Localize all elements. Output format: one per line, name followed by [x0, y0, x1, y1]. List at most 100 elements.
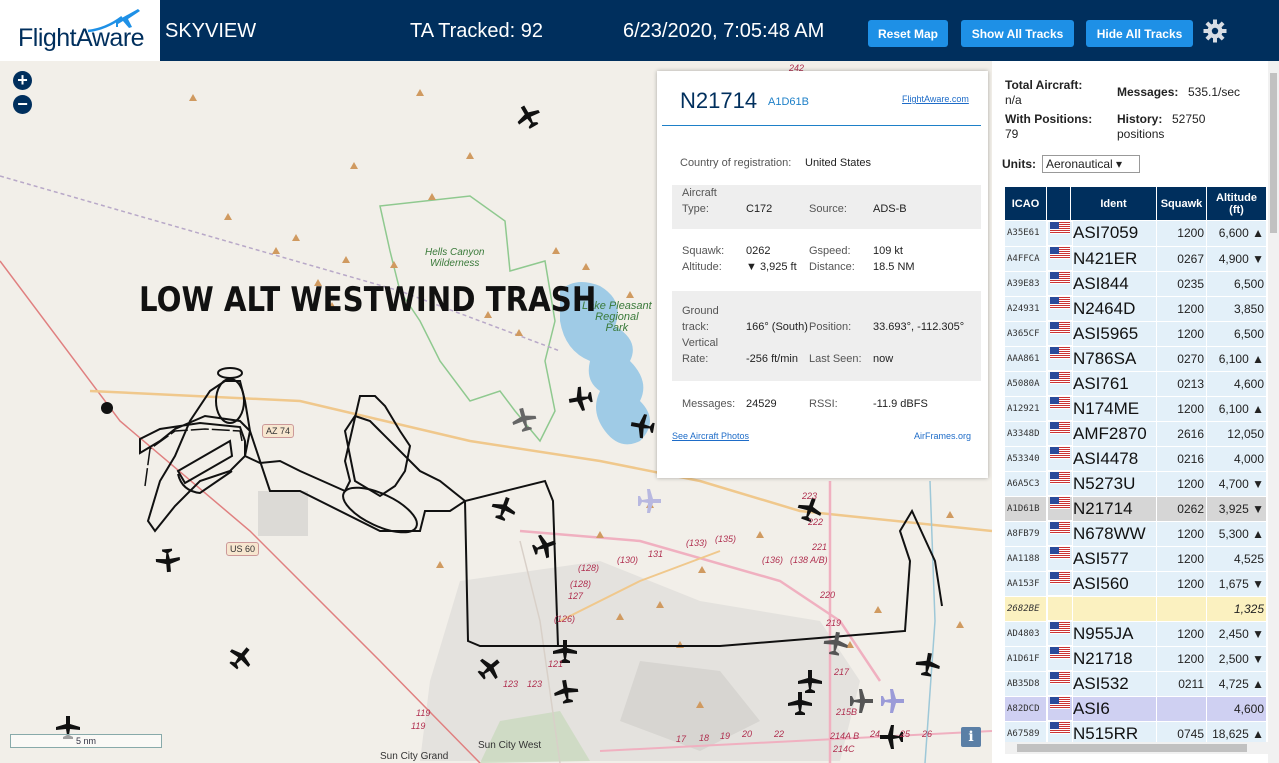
cell-altitude: 4,600: [1206, 370, 1267, 397]
table-row[interactable]: A365CF ASI5965 1200 6,500: [1004, 320, 1267, 347]
road-label: 223: [802, 491, 818, 501]
cell-squawk: [1156, 695, 1207, 722]
cell-icao: AA153F: [1004, 570, 1047, 597]
zoom-in-button[interactable]: +: [13, 71, 32, 90]
cell-ident: [1070, 595, 1157, 622]
hide-all-tracks-button[interactable]: Hide All Tracks: [1086, 20, 1193, 47]
road-label: 219: [826, 618, 842, 628]
table-header-row: ICAO Ident Squawk Altitude (ft): [1004, 186, 1267, 221]
table-row[interactable]: A82DCD ASI6 4,600: [1004, 695, 1267, 722]
table-row[interactable]: A6A5C3 N5273U 1200 4,700 ▼: [1004, 470, 1267, 497]
cell-ident: ASI761: [1070, 370, 1157, 397]
units-select[interactable]: Aeronautical ▾: [1042, 155, 1140, 173]
cell-altitude: 12,050: [1206, 420, 1267, 447]
detail-ident: N21714: [680, 88, 758, 113]
table-row[interactable]: A39E83 ASI844 0235 6,500: [1004, 270, 1267, 297]
column-header-flag[interactable]: [1046, 186, 1071, 221]
detail-divider: [662, 125, 981, 126]
altitude-value: ▼ 3,925 ft: [746, 261, 797, 273]
table-row[interactable]: A1D61F N21718 1200 2,500 ▼: [1004, 645, 1267, 672]
table-row[interactable]: 2682BE 1,325: [1004, 595, 1267, 622]
table-row[interactable]: AA1188 ASI577 1200 4,525: [1004, 545, 1267, 572]
table-row[interactable]: AD4803 N955JA 1200 2,450 ▼: [1004, 620, 1267, 647]
column-header-squawk[interactable]: Squawk: [1156, 186, 1207, 221]
horizontal-scrollbar[interactable]: [1005, 742, 1268, 754]
table-row[interactable]: AA153F ASI560 1200 1,675 ▼: [1004, 570, 1267, 597]
last-seen-label: Last Seen:: [809, 353, 862, 365]
with-positions-label: With Positions:: [1005, 112, 1093, 126]
table-row[interactable]: AAA861 N786SA 0270 6,100 ▲: [1004, 345, 1267, 372]
cell-flag: [1047, 596, 1073, 621]
column-header-ident[interactable]: Ident: [1070, 186, 1157, 221]
table-row[interactable]: A53340 ASI4478 0216 4,000: [1004, 445, 1267, 472]
us-flag-icon: [1050, 247, 1070, 259]
flightaware-logo[interactable]: FlightAware: [0, 0, 160, 61]
airplane-logo-icon: [87, 9, 140, 33]
airframes-link[interactable]: AirFrames.org: [914, 431, 971, 441]
table-row[interactable]: A1D61B N21714 0262 3,925 ▼: [1004, 495, 1267, 522]
zoom-out-button[interactable]: −: [13, 95, 32, 114]
squawk-label: Squawk:: [682, 245, 725, 257]
scrollbar-thumb[interactable]: [1270, 73, 1277, 233]
aircraft-list-panel: Total Aircraft: n/a Messages: 535.1/sec …: [992, 61, 1279, 763]
aircraft-photos-link[interactable]: See Aircraft Photos: [672, 431, 749, 441]
cell-altitude: 4,600: [1206, 695, 1267, 722]
table-row[interactable]: AB35D8 ASI532 0211 4,725 ▲: [1004, 670, 1267, 697]
road-label: 119: [416, 708, 431, 718]
squawk-value: 0262: [746, 245, 771, 257]
cell-icao: A39E83: [1004, 270, 1047, 297]
table-row[interactable]: A3348D AMF2870 2616 12,050: [1004, 420, 1267, 447]
table-row[interactable]: A35E61 ASI7059 1200 6,600 ▲: [1004, 220, 1267, 247]
cell-flag: [1047, 696, 1073, 721]
map-label-us60: US 60: [226, 542, 260, 556]
table-row[interactable]: A12921 N174ME 1200 6,100 ▲: [1004, 395, 1267, 422]
vertical-rate-label-2: Rate:: [682, 353, 709, 365]
table-row[interactable]: A4FFCA N421ER 0267 4,900 ▼: [1004, 245, 1267, 272]
road-label: 214A B: [830, 731, 860, 741]
cell-altitude: 6,500: [1206, 320, 1267, 347]
table-row[interactable]: A5080A ASI761 0213 4,600: [1004, 370, 1267, 397]
history-value: 52750: [1172, 112, 1206, 126]
road-label: 18: [699, 733, 710, 743]
column-header-icao[interactable]: ICAO: [1004, 186, 1047, 221]
map-scale-bar: 5 nm: [10, 734, 162, 748]
history-label: History:: [1117, 112, 1163, 126]
vertical-scrollbar[interactable]: [1268, 61, 1279, 763]
info-icon[interactable]: i: [961, 727, 981, 747]
road-label: 119: [411, 721, 426, 731]
table-row[interactable]: A8FB79 N678WW 1200 5,300 ▲: [1004, 520, 1267, 547]
vertical-rate-label: Vertical: [682, 337, 719, 349]
messages-value: 24529: [746, 398, 777, 410]
cell-ident: ASI560: [1070, 570, 1157, 597]
cell-altitude: 6,600 ▲: [1206, 220, 1267, 247]
road-label: (136): [762, 555, 784, 565]
table-row[interactable]: A24931 N2464D 1200 3,850: [1004, 295, 1267, 322]
map-overlay-annotation: LOW ALT WESTWIND TRASH: [139, 280, 597, 320]
show-all-tracks-button[interactable]: Show All Tracks: [961, 20, 1074, 47]
cell-flag: [1047, 221, 1073, 246]
gear-icon[interactable]: [1203, 19, 1227, 43]
cell-squawk: 1200: [1156, 320, 1207, 347]
cell-flag: [1047, 571, 1073, 596]
road-label: 222: [808, 517, 824, 527]
us-flag-icon: [1050, 347, 1070, 359]
messages-label: Messages:: [682, 398, 736, 410]
cell-squawk: 2616: [1156, 420, 1207, 447]
road-label: 22: [774, 729, 785, 739]
flightaware-link[interactable]: FlightAware.com: [902, 94, 969, 104]
cell-icao: A1D61F: [1004, 645, 1047, 672]
country-label: Country of registration:: [680, 157, 792, 169]
ground-track-label-2: track:: [682, 321, 709, 333]
cell-icao: AA1188: [1004, 545, 1047, 572]
scrollbar-thumb[interactable]: [1017, 744, 1247, 752]
column-header-altitude[interactable]: Altitude (ft): [1206, 186, 1267, 221]
cell-ident: N21718: [1070, 645, 1157, 672]
reset-map-button[interactable]: Reset Map: [868, 20, 948, 47]
cell-flag: [1047, 396, 1073, 421]
cell-icao: A8FB79: [1004, 520, 1047, 547]
cell-icao: 2682BE: [1004, 595, 1047, 622]
cell-squawk: 1200: [1156, 645, 1207, 672]
cell-flag: [1047, 296, 1073, 321]
road-label: 221: [812, 542, 828, 552]
map-label-sun-city-grand: Sun City Grand: [380, 751, 449, 762]
